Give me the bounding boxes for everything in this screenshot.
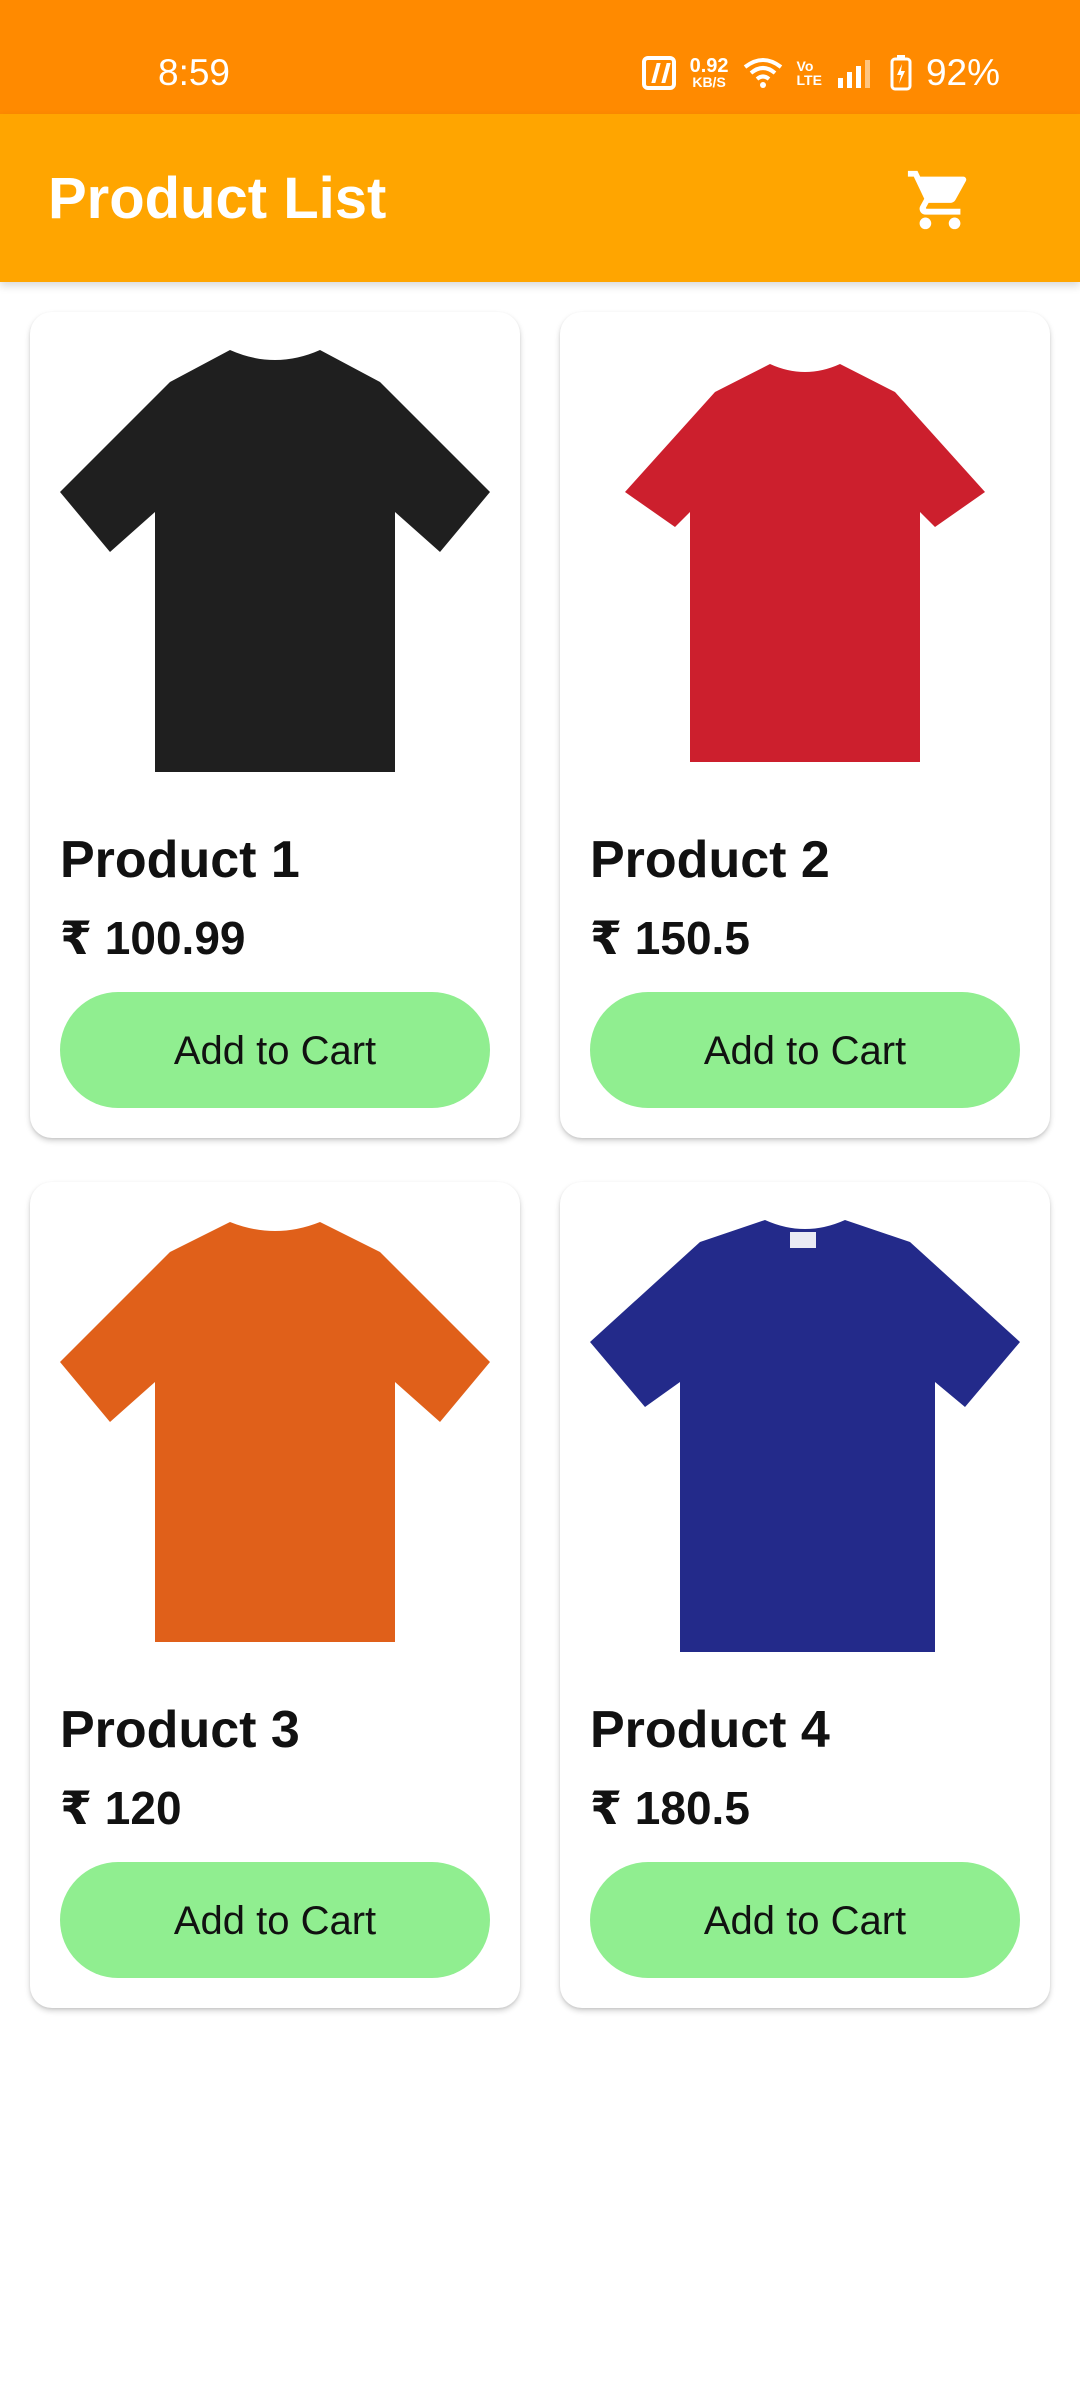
black-tshirt-icon xyxy=(60,350,490,772)
product-card[interactable]: Product 2 ₹ 150.5 Add to Cart xyxy=(560,312,1050,1138)
wifi-icon xyxy=(743,57,783,89)
product-name: Product 4 xyxy=(590,1701,830,1759)
battery-level: 92% xyxy=(925,52,1000,93)
status-icons: 0.92 KB/S Vo LTE 92% xyxy=(641,50,1000,96)
volte-indicator: Vo LTE xyxy=(797,59,822,87)
product-image xyxy=(590,342,1020,802)
product-price: ₹ 180.5 xyxy=(590,1782,750,1834)
volte-top: Vo xyxy=(796,58,814,74)
product-price: ₹ 120 xyxy=(60,1782,182,1834)
network-speed: 0.92 KB/S xyxy=(689,55,729,90)
signal-icon xyxy=(836,58,876,88)
orange-tshirt-icon xyxy=(60,1222,490,1642)
product-card[interactable]: Product 4 ₹ 180.5 Add to Cart xyxy=(560,1182,1050,2008)
nfc-icon xyxy=(641,56,676,90)
shopping-cart-icon[interactable] xyxy=(905,165,975,235)
product-price: ₹ 100.99 xyxy=(60,912,246,964)
add-to-cart-button[interactable]: Add to Cart xyxy=(590,1862,1020,1978)
product-card[interactable]: Product 3 ₹ 120 Add to Cart xyxy=(30,1182,520,2008)
add-to-cart-button[interactable]: Add to Cart xyxy=(60,992,490,1108)
product-image xyxy=(60,1212,490,1672)
product-name: Product 1 xyxy=(60,831,300,889)
status-bar: 8:59 0.92 KB/S Vo LTE 92% xyxy=(0,0,1080,114)
blue-tshirt-icon xyxy=(590,1220,1020,1652)
page-title: Product List xyxy=(48,166,387,231)
add-to-cart-button[interactable]: Add to Cart xyxy=(60,1862,490,1978)
add-to-cart-button[interactable]: Add to Cart xyxy=(590,992,1020,1108)
red-tshirt-icon xyxy=(625,364,985,762)
network-speed-unit: KB/S xyxy=(692,74,726,90)
product-name: Product 3 xyxy=(60,1701,300,1759)
product-card[interactable]: Product 1 ₹ 100.99 Add to Cart xyxy=(30,312,520,1138)
network-speed-value: 0.92 xyxy=(689,55,729,77)
volte-bottom: LTE xyxy=(796,72,822,88)
status-time: 8:59 xyxy=(158,52,231,93)
product-name: Product 2 xyxy=(590,831,830,889)
battery-icon xyxy=(890,55,912,91)
product-image xyxy=(590,1212,1020,1672)
product-price: ₹ 150.5 xyxy=(590,912,750,964)
product-image xyxy=(60,342,490,802)
